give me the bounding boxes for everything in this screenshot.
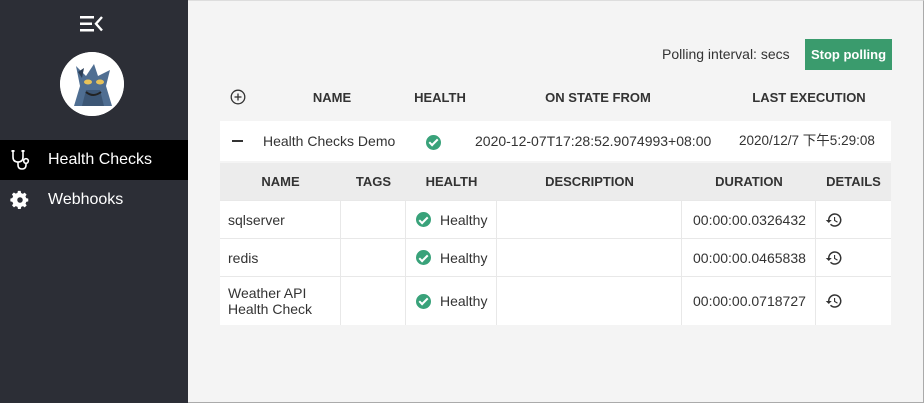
column-header-health: HEALTH bbox=[425, 174, 478, 189]
group-on-state-from: 2020-12-07T17:28:52.9074993+08:00 bbox=[475, 133, 712, 149]
details-table-header: NAME TAGS HEALTH DESCRIPTION DURATION DE… bbox=[220, 163, 891, 200]
check-circle-icon bbox=[416, 250, 431, 265]
column-header-tags: TAGS bbox=[355, 174, 392, 189]
check-duration: 00:00:00.0465838 bbox=[682, 239, 816, 276]
check-health: Healthy bbox=[406, 277, 497, 325]
stop-polling-button[interactable]: Stop polling bbox=[805, 39, 892, 70]
sidebar-item-webhooks[interactable]: Webhooks bbox=[0, 180, 188, 220]
health-status-text: Healthy bbox=[440, 249, 488, 266]
check-circle-icon bbox=[426, 134, 441, 150]
check-details bbox=[816, 201, 891, 238]
check-name: sqlserver bbox=[220, 201, 341, 238]
check-name: Weather API Health Check bbox=[220, 277, 341, 325]
health-status-text: Healthy bbox=[440, 293, 488, 309]
check-details bbox=[816, 277, 891, 325]
column-header-name: NAME bbox=[261, 174, 300, 189]
sidebar-item-label: Health Checks bbox=[48, 151, 153, 168]
check-details bbox=[816, 239, 891, 276]
collapse-icon[interactable] bbox=[232, 140, 243, 142]
history-icon[interactable] bbox=[825, 292, 843, 310]
check-circle-icon bbox=[416, 293, 431, 309]
check-circle-icon bbox=[416, 212, 431, 227]
column-header-duration: DURATION bbox=[715, 174, 783, 189]
menu-collapse-icon[interactable] bbox=[80, 14, 104, 34]
group-health-status bbox=[426, 121, 441, 161]
health-status-text: Healthy bbox=[440, 211, 488, 228]
check-health: Healthy bbox=[406, 201, 497, 238]
check-description bbox=[497, 239, 682, 276]
add-circle-icon[interactable] bbox=[230, 89, 246, 105]
stethoscope-icon bbox=[0, 140, 40, 180]
history-icon[interactable] bbox=[825, 211, 843, 229]
column-header-health: HEALTH bbox=[414, 90, 466, 105]
group-name: Health Checks Demo bbox=[263, 133, 396, 149]
check-duration: 00:00:00.0326432 bbox=[682, 201, 816, 238]
table-row: sqlserver Healthy 00:00:00.0326432 bbox=[220, 200, 891, 238]
check-tags bbox=[341, 277, 406, 325]
check-name: redis bbox=[220, 239, 341, 276]
column-header-last-execution: LAST EXECUTION bbox=[752, 90, 866, 105]
column-header-name: NAME bbox=[312, 90, 352, 105]
column-header-on-state-from: ON STATE FROM bbox=[545, 90, 651, 105]
check-description bbox=[497, 277, 682, 325]
column-header-description: DESCRIPTION bbox=[545, 174, 634, 189]
main-content: Polling interval: secs Stop polling NAME… bbox=[188, 0, 924, 403]
details-table: NAME TAGS HEALTH DESCRIPTION DURATION DE… bbox=[220, 163, 891, 325]
health-check-group-row[interactable]: Health Checks Demo 2020-12-07T17:28:52.9… bbox=[220, 121, 891, 161]
history-icon[interactable] bbox=[825, 249, 843, 267]
sidebar-item-label: Webhooks bbox=[48, 191, 124, 208]
check-tags bbox=[341, 201, 406, 238]
table-row: redis Healthy 00:00:00.0465838 bbox=[220, 238, 891, 276]
column-header-details: DETAILS bbox=[826, 174, 881, 189]
gear-icon bbox=[0, 180, 40, 220]
app-logo-icon bbox=[60, 52, 124, 116]
check-tags bbox=[341, 239, 406, 276]
group-last-execution: 2020/12/7 下午5:29:08 bbox=[739, 133, 875, 148]
polling-interval-label: Polling interval: secs bbox=[662, 46, 790, 62]
table-row: Weather API Health Check Healthy 00:00:0… bbox=[220, 276, 891, 325]
check-description bbox=[497, 201, 682, 238]
sidebar-item-health-checks[interactable]: Health Checks bbox=[0, 140, 188, 180]
top-table-header: NAME HEALTH ON STATE FROM LAST EXECUTION bbox=[220, 83, 891, 117]
check-duration: 00:00:00.0718727 bbox=[682, 277, 816, 325]
sidebar: Health Checks Webhooks bbox=[0, 0, 188, 403]
check-health: Healthy bbox=[406, 239, 497, 276]
